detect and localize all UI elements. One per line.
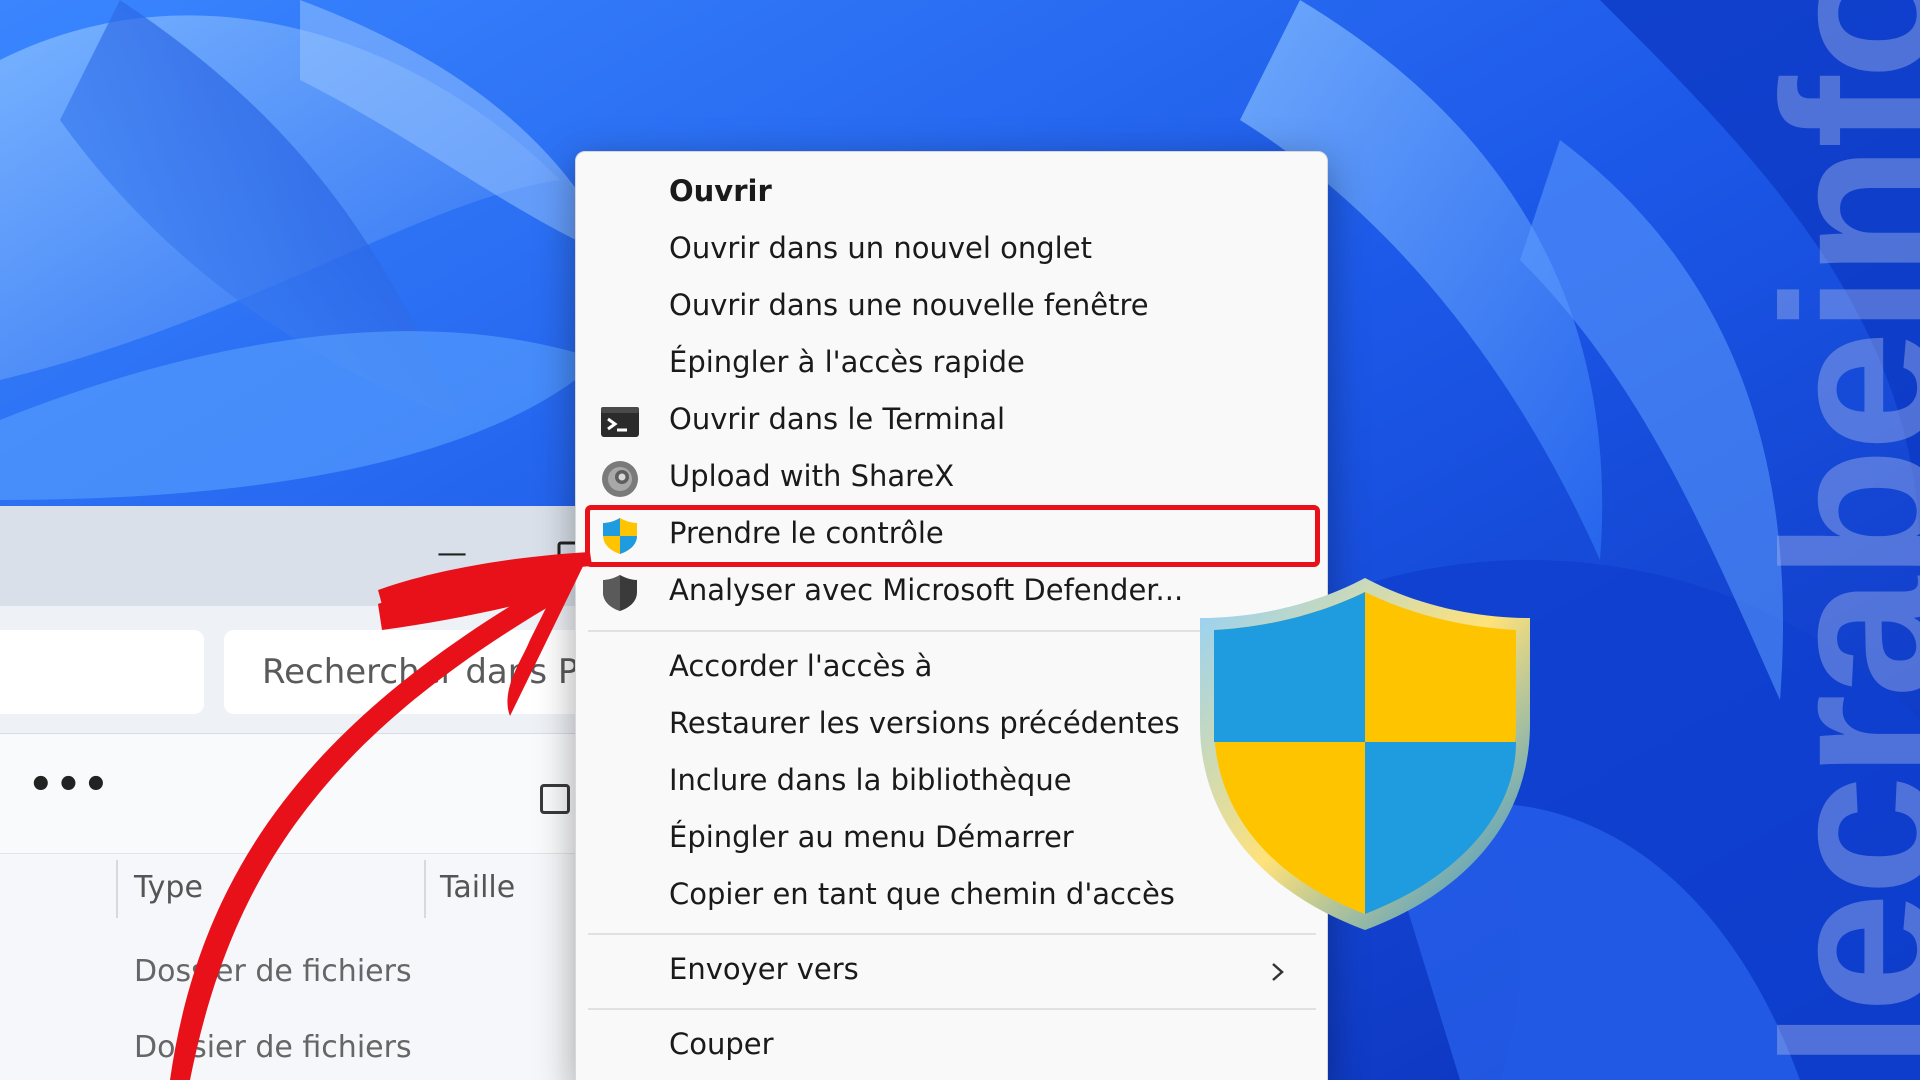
file-row[interactable]: Dossier de fichiers: [0, 1012, 640, 1080]
search-placeholder: Rechercher dans Pr: [262, 652, 592, 692]
menu-item-pin-quick-access[interactable]: Épingler à l'accès rapide: [576, 337, 1329, 393]
explorer-command-bar: •••: [0, 734, 640, 854]
sharex-icon: [602, 461, 638, 497]
highlight-box: [585, 505, 1320, 567]
menu-item-label: Inclure dans la bibliothèque: [669, 763, 1072, 797]
menu-item-open-new-tab[interactable]: Ouvrir dans un nouvel onglet: [576, 223, 1329, 279]
menu-item-label: Ouvrir: [669, 174, 772, 208]
details-pane-icon[interactable]: [540, 784, 570, 814]
menu-item-label: Couper: [669, 1027, 774, 1061]
menu-item-label: Envoyer vers: [669, 952, 859, 986]
menu-item-send-to[interactable]: Envoyer vers: [576, 944, 1329, 1000]
menu-item-label: Restaurer les versions précédentes: [669, 706, 1180, 740]
file-explorer-window: — Rechercher dans Pr ••• Type Taille Dos…: [0, 506, 654, 1080]
file-type-cell: Dossier de fichiers: [134, 954, 412, 989]
menu-item-label: Ouvrir dans le Terminal: [669, 402, 1006, 436]
menu-item-label: Épingler à l'accès rapide: [669, 345, 1025, 379]
column-header-row: Type Taille: [0, 854, 640, 926]
menu-item-open-terminal[interactable]: Ouvrir dans le Terminal: [576, 394, 1329, 450]
defender-shield-icon: [603, 575, 637, 611]
menu-item-label: Copier en tant que chemin d'accès: [669, 877, 1175, 911]
menu-item-label: Ouvrir dans un nouvel onglet: [669, 231, 1092, 265]
address-bar[interactable]: [0, 630, 204, 714]
column-header-type[interactable]: Type: [134, 870, 203, 905]
minimize-button[interactable]: —: [422, 524, 482, 584]
menu-item-cut[interactable]: Couper: [576, 1019, 1329, 1075]
explorer-address-area: Rechercher dans Pr: [0, 606, 654, 734]
more-options-button[interactable]: •••: [28, 762, 111, 808]
watermark-text: lecrabeinfo: [1739, 0, 1920, 1070]
large-uac-shield-icon: [1200, 578, 1530, 930]
menu-item-label: Accorder l'accès à: [669, 649, 933, 683]
file-type-cell: Dossier de fichiers: [134, 1030, 412, 1065]
file-row[interactable]: Dossier de fichiers: [0, 936, 640, 1010]
menu-separator: [588, 1008, 1316, 1010]
menu-item-upload-sharex[interactable]: Upload with ShareX: [576, 451, 1329, 507]
menu-item-label: Analyser avec Microsoft Defender...: [669, 573, 1184, 607]
column-separator: [424, 860, 426, 918]
menu-item-open[interactable]: Ouvrir: [576, 166, 1329, 222]
column-header-size[interactable]: Taille: [440, 870, 515, 905]
terminal-icon: [601, 407, 639, 437]
menu-item-open-new-window[interactable]: Ouvrir dans une nouvelle fenêtre: [576, 280, 1329, 336]
column-separator: [116, 860, 118, 918]
explorer-titlebar: —: [0, 506, 640, 606]
chevron-right-icon: [1272, 963, 1284, 981]
menu-item-label: Épingler au menu Démarrer: [669, 820, 1074, 854]
menu-item-label: Ouvrir dans une nouvelle fenêtre: [669, 288, 1149, 322]
menu-item-label: Upload with ShareX: [669, 459, 955, 493]
